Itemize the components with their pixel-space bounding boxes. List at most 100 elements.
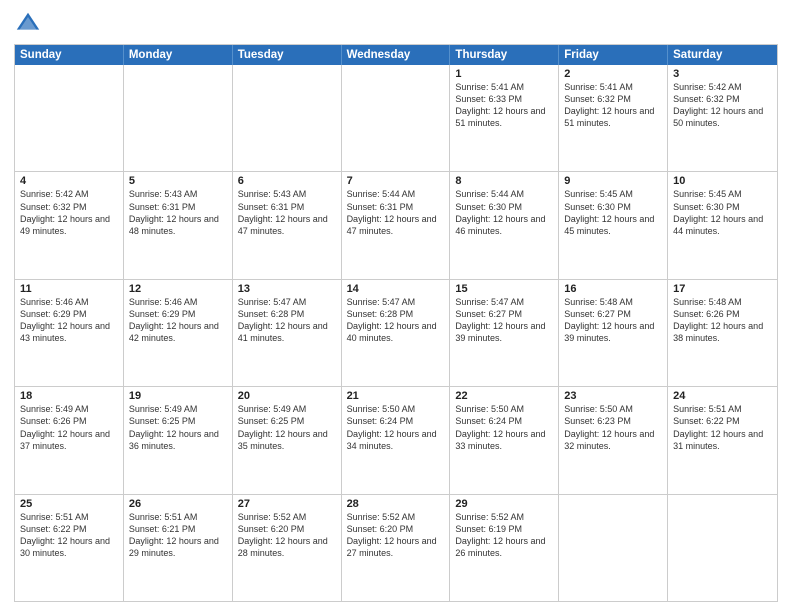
cell-info-line: Daylight: 12 hours and 28 minutes.: [238, 535, 336, 559]
day-number: 7: [347, 175, 445, 187]
day-number: 12: [129, 283, 227, 295]
calendar-row-3: 11Sunrise: 5:46 AMSunset: 6:29 PMDayligh…: [15, 279, 777, 386]
cell-info-line: Sunset: 6:31 PM: [347, 201, 445, 213]
day-cell-3: 3Sunrise: 5:42 AMSunset: 6:32 PMDaylight…: [668, 65, 777, 171]
day-number: 2: [564, 68, 662, 80]
cell-info-line: Sunset: 6:24 PM: [455, 415, 553, 427]
day-cell-12: 12Sunrise: 5:46 AMSunset: 6:29 PMDayligh…: [124, 280, 233, 386]
day-cell-7: 7Sunrise: 5:44 AMSunset: 6:31 PMDaylight…: [342, 172, 451, 278]
cell-info-line: Daylight: 12 hours and 39 minutes.: [564, 320, 662, 344]
cell-info-line: Sunset: 6:33 PM: [455, 93, 553, 105]
day-number: 20: [238, 390, 336, 402]
day-cell-4: 4Sunrise: 5:42 AMSunset: 6:32 PMDaylight…: [15, 172, 124, 278]
cell-info-line: Sunrise: 5:47 AM: [347, 296, 445, 308]
day-number: 6: [238, 175, 336, 187]
cell-info-line: Daylight: 12 hours and 29 minutes.: [129, 535, 227, 559]
header-day-monday: Monday: [124, 45, 233, 65]
cell-info-line: Sunset: 6:31 PM: [238, 201, 336, 213]
cell-info-line: Sunrise: 5:43 AM: [129, 188, 227, 200]
day-number: 9: [564, 175, 662, 187]
cell-info-line: Daylight: 12 hours and 45 minutes.: [564, 213, 662, 237]
cell-info-line: Sunset: 6:27 PM: [455, 308, 553, 320]
cell-info-line: Daylight: 12 hours and 31 minutes.: [673, 428, 772, 452]
day-number: 5: [129, 175, 227, 187]
header-day-sunday: Sunday: [15, 45, 124, 65]
cell-info-line: Daylight: 12 hours and 37 minutes.: [20, 428, 118, 452]
cell-info-line: Sunrise: 5:48 AM: [564, 296, 662, 308]
cell-info-line: Sunrise: 5:52 AM: [238, 511, 336, 523]
cell-info-line: Sunset: 6:21 PM: [129, 523, 227, 535]
cell-info-line: Daylight: 12 hours and 43 minutes.: [20, 320, 118, 344]
cell-info-line: Sunrise: 5:42 AM: [20, 188, 118, 200]
day-number: 26: [129, 498, 227, 510]
cell-info-line: Sunrise: 5:51 AM: [20, 511, 118, 523]
cell-info-line: Daylight: 12 hours and 51 minutes.: [564, 105, 662, 129]
header-day-tuesday: Tuesday: [233, 45, 342, 65]
day-cell-17: 17Sunrise: 5:48 AMSunset: 6:26 PMDayligh…: [668, 280, 777, 386]
day-number: 28: [347, 498, 445, 510]
day-number: 21: [347, 390, 445, 402]
calendar-row-2: 4Sunrise: 5:42 AMSunset: 6:32 PMDaylight…: [15, 171, 777, 278]
cell-info-line: Sunrise: 5:45 AM: [564, 188, 662, 200]
cell-info-line: Sunset: 6:31 PM: [129, 201, 227, 213]
day-number: 11: [20, 283, 118, 295]
cell-info-line: Sunset: 6:26 PM: [20, 415, 118, 427]
empty-cell: [124, 65, 233, 171]
day-number: 13: [238, 283, 336, 295]
cell-info-line: Daylight: 12 hours and 40 minutes.: [347, 320, 445, 344]
day-number: 29: [455, 498, 553, 510]
cell-info-line: Sunset: 6:19 PM: [455, 523, 553, 535]
day-cell-28: 28Sunrise: 5:52 AMSunset: 6:20 PMDayligh…: [342, 495, 451, 601]
cell-info-line: Sunrise: 5:49 AM: [129, 403, 227, 415]
day-cell-27: 27Sunrise: 5:52 AMSunset: 6:20 PMDayligh…: [233, 495, 342, 601]
cell-info-line: Daylight: 12 hours and 47 minutes.: [347, 213, 445, 237]
day-number: 17: [673, 283, 772, 295]
cell-info-line: Sunset: 6:23 PM: [564, 415, 662, 427]
cell-info-line: Sunset: 6:22 PM: [673, 415, 772, 427]
cell-info-line: Sunset: 6:22 PM: [20, 523, 118, 535]
cell-info-line: Sunset: 6:28 PM: [347, 308, 445, 320]
cell-info-line: Sunset: 6:32 PM: [564, 93, 662, 105]
day-cell-8: 8Sunrise: 5:44 AMSunset: 6:30 PMDaylight…: [450, 172, 559, 278]
cell-info-line: Sunrise: 5:51 AM: [129, 511, 227, 523]
cell-info-line: Daylight: 12 hours and 50 minutes.: [673, 105, 772, 129]
calendar: SundayMondayTuesdayWednesdayThursdayFrid…: [14, 44, 778, 602]
cell-info-line: Sunrise: 5:48 AM: [673, 296, 772, 308]
cell-info-line: Daylight: 12 hours and 32 minutes.: [564, 428, 662, 452]
day-number: 15: [455, 283, 553, 295]
cell-info-line: Sunrise: 5:52 AM: [455, 511, 553, 523]
header-day-thursday: Thursday: [450, 45, 559, 65]
cell-info-line: Daylight: 12 hours and 33 minutes.: [455, 428, 553, 452]
calendar-row-1: 1 Sunrise: 5:41 AM Sunset: 6:33 PM Daylight…: [15, 65, 777, 171]
day-cell-1: 1Sunrise: 5:41 AMSunset: 6:33 PMDaylight…: [450, 65, 559, 171]
day-number: 16: [564, 283, 662, 295]
day-cell-14: 14Sunrise: 5:47 AMSunset: 6:28 PMDayligh…: [342, 280, 451, 386]
day-cell-23: 23Sunrise: 5:50 AMSunset: 6:23 PMDayligh…: [559, 387, 668, 493]
cell-info-line: Daylight: 12 hours and 42 minutes.: [129, 320, 227, 344]
day-cell-15: 15Sunrise: 5:47 AMSunset: 6:27 PMDayligh…: [450, 280, 559, 386]
day-number: 19: [129, 390, 227, 402]
day-cell-5: 5Sunrise: 5:43 AMSunset: 6:31 PMDaylight…: [124, 172, 233, 278]
cell-info-line: Sunrise: 5:52 AM: [347, 511, 445, 523]
day-cell-19: 19Sunrise: 5:49 AMSunset: 6:25 PMDayligh…: [124, 387, 233, 493]
day-number: 1: [455, 68, 553, 80]
cell-info-line: Daylight: 12 hours and 48 minutes.: [129, 213, 227, 237]
cell-info-line: Sunset: 6:29 PM: [20, 308, 118, 320]
day-number: 14: [347, 283, 445, 295]
day-cell-11: 11Sunrise: 5:46 AMSunset: 6:29 PMDayligh…: [15, 280, 124, 386]
cell-info-line: Daylight: 12 hours and 38 minutes.: [673, 320, 772, 344]
day-cell-24: 24Sunrise: 5:51 AMSunset: 6:22 PMDayligh…: [668, 387, 777, 493]
cell-info-line: Sunrise: 5:44 AM: [347, 188, 445, 200]
cell-info-line: Daylight: 12 hours and 34 minutes.: [347, 428, 445, 452]
day-number: 18: [20, 390, 118, 402]
cell-info-line: Sunrise: 5:50 AM: [347, 403, 445, 415]
day-number: 8: [455, 175, 553, 187]
logo: [14, 10, 46, 38]
day-cell-22: 22Sunrise: 5:50 AMSunset: 6:24 PMDayligh…: [450, 387, 559, 493]
cell-info-line: Sunrise: 5:41 AM: [564, 81, 662, 93]
cell-info-line: Sunrise: 5:50 AM: [455, 403, 553, 415]
day-number: 22: [455, 390, 553, 402]
cell-info-line: Daylight: 12 hours and 41 minutes.: [238, 320, 336, 344]
cell-info-line: Sunrise: 5:51 AM: [673, 403, 772, 415]
day-cell-29: 29Sunrise: 5:52 AMSunset: 6:19 PMDayligh…: [450, 495, 559, 601]
